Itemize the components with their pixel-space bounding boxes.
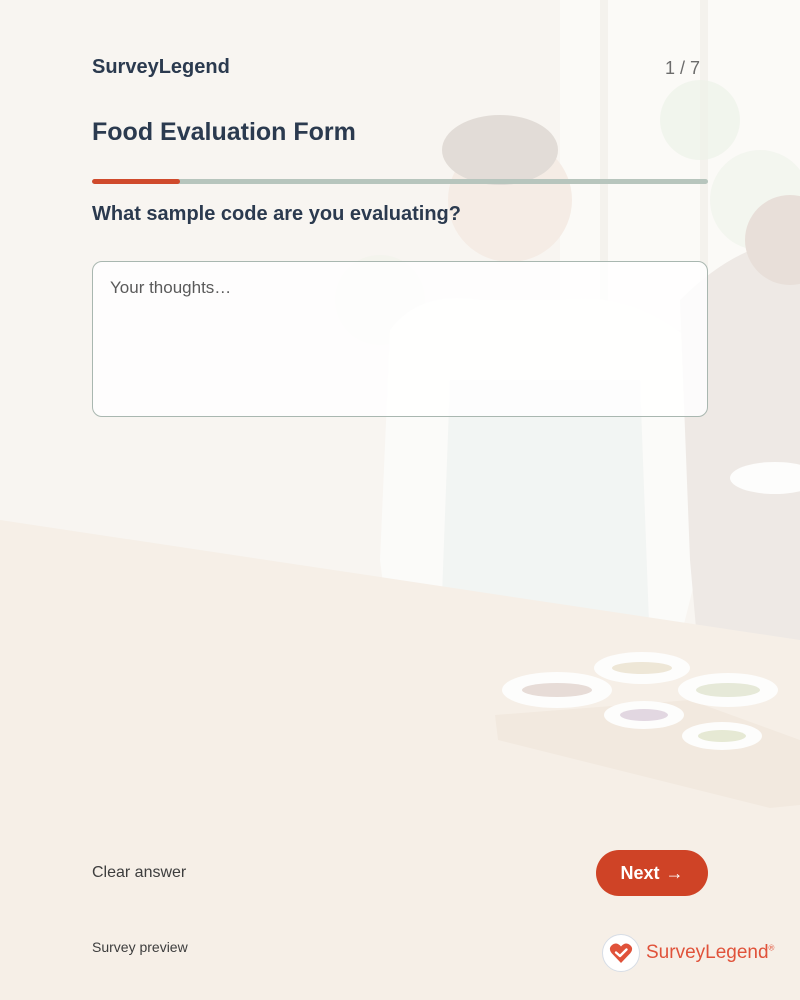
progress-bar (92, 179, 708, 184)
surveylegend-logo[interactable]: SurveyLegend® (602, 934, 774, 972)
heart-check-icon (602, 934, 640, 972)
survey-content: SurveyLegend 1 / 7 Food Evaluation Form … (0, 0, 800, 1000)
question-text: What sample code are you evaluating? (92, 203, 461, 225)
survey-page: SurveyLegend 1 / 7 Food Evaluation Form … (0, 0, 800, 1000)
logo-text: SurveyLegend® (646, 942, 775, 963)
form-title: Food Evaluation Form (92, 118, 356, 146)
arrow-right-icon: → (665, 862, 684, 883)
next-button[interactable]: Next → (596, 850, 708, 896)
survey-preview-label: Survey preview (92, 939, 188, 955)
answer-textarea[interactable] (92, 261, 708, 417)
page-counter: 1 / 7 (664, 58, 700, 78)
next-button-label: Next (620, 862, 660, 883)
progress-bar-fill (92, 179, 181, 184)
brand-name: SurveyLegend (92, 56, 230, 78)
clear-answer-link[interactable]: Clear answer (92, 864, 186, 882)
